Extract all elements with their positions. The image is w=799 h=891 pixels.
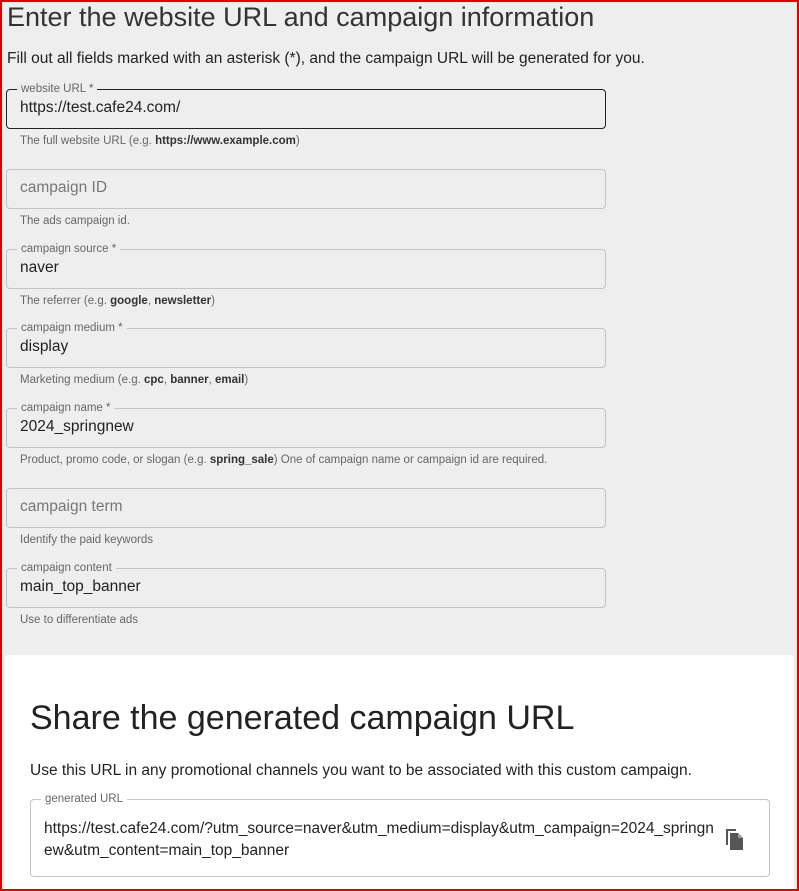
campaign-term-placeholder: campaign term: [20, 498, 123, 515]
website-url-field[interactable]: website URL * https://test.cafe24.com/: [6, 82, 606, 129]
generated-url-label: generated URL: [41, 792, 127, 806]
campaign-medium-helper: Marketing medium (e.g. cpc, banner, emai…: [20, 374, 249, 386]
website-url-label: website URL *: [17, 82, 98, 96]
campaign-id-placeholder: campaign ID: [20, 179, 108, 196]
generated-url-field[interactable]: generated URL https://test.cafe24.com/?u…: [30, 792, 770, 877]
page-title: Enter the website URL and campaign infor…: [7, 2, 595, 32]
campaign-source-label: campaign source *: [17, 242, 121, 256]
campaign-name-value: 2024_springnew: [20, 418, 134, 435]
campaign-name-label: campaign name *: [17, 401, 115, 415]
campaign-content-field[interactable]: campaign content main_top_banner: [6, 561, 606, 608]
page-description: Fill out all fields marked with an aster…: [7, 50, 645, 67]
campaign-content-value: main_top_banner: [20, 578, 141, 595]
campaign-id-field[interactable]: campaign ID: [6, 169, 606, 209]
share-description: Use this URL in any promotional channels…: [30, 762, 692, 779]
share-card: Share the generated campaign URL Use thi…: [5, 655, 794, 891]
campaign-source-field[interactable]: campaign source * naver: [6, 242, 606, 289]
campaign-name-field[interactable]: campaign name * 2024_springnew: [6, 401, 606, 448]
campaign-name-helper: Product, promo code, or slogan (e.g. spr…: [20, 454, 548, 466]
copy-icon-svg: [726, 829, 743, 850]
campaign-source-value: naver: [20, 259, 59, 276]
website-url-value: https://test.cafe24.com/: [20, 99, 181, 116]
campaign-term-helper: Identify the paid keywords: [20, 534, 153, 546]
share-title: Share the generated campaign URL: [30, 699, 575, 737]
campaign-medium-field[interactable]: campaign medium * display: [6, 321, 606, 368]
campaign-medium-label: campaign medium *: [17, 321, 127, 335]
campaign-id-helper: The ads campaign id.: [20, 215, 130, 227]
campaign-term-field[interactable]: campaign term: [6, 488, 606, 528]
copy-icon[interactable]: [723, 826, 747, 852]
campaign-medium-value: display: [20, 338, 69, 355]
generated-url-value[interactable]: https://test.cafe24.com/?utm_source=nave…: [44, 818, 716, 862]
campaign-source-helper: The referrer (e.g. google, newsletter): [20, 295, 215, 307]
campaign-content-helper: Use to differentiate ads: [20, 614, 139, 626]
campaign-content-label: campaign content: [17, 561, 116, 575]
website-url-helper: The full website URL (e.g. https://www.e…: [20, 135, 300, 147]
